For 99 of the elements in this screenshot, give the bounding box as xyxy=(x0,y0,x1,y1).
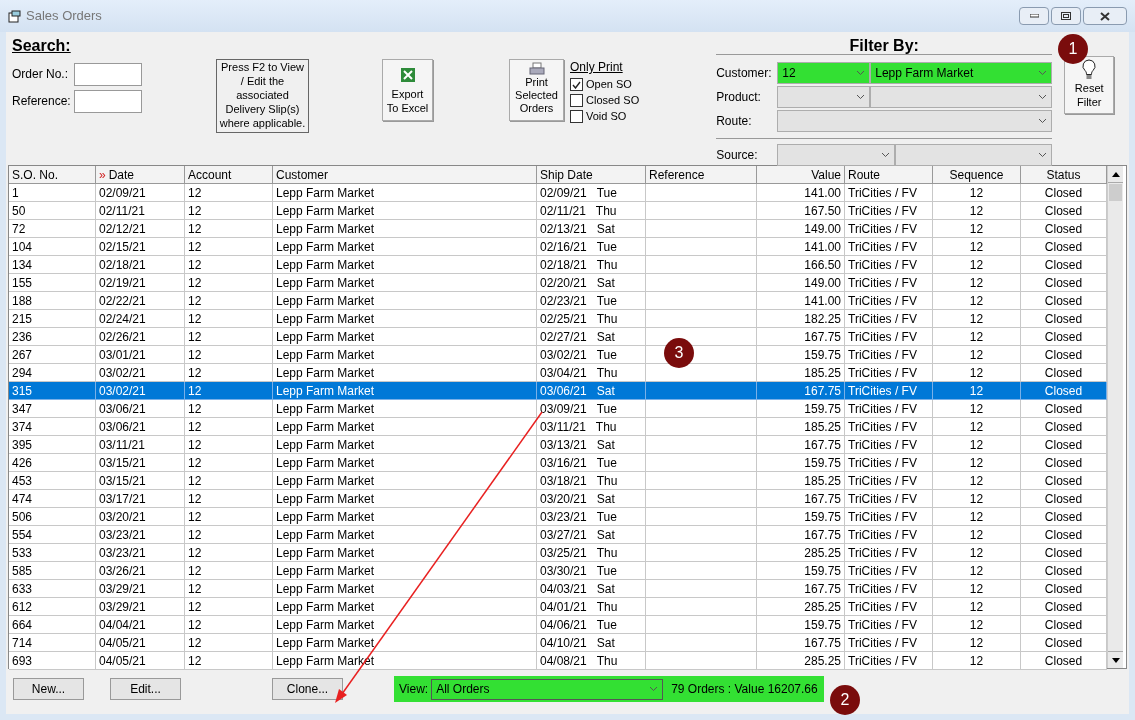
field-label: Order No.: xyxy=(12,66,69,83)
table-row[interactable]: 315 03/02/21 12 Lepp Farm Market 03/06/21 Sat 167.75 TriCities / FV 12 Closed xyxy=(9,382,1107,400)
table-row[interactable]: 188 02/22/21 12 Lepp Farm Market 02/23/21 Tue 141.00 TriCities / FV 12 Closed xyxy=(9,292,1107,310)
export-excel-button[interactable]: Export To Excel xyxy=(382,59,433,121)
table-cell: 693 xyxy=(9,652,96,670)
table-cell: 12 xyxy=(185,652,273,670)
table-row[interactable]: 374 03/06/21 12 Lepp Farm Market 03/11/21 Thu 185.25 TriCities / FV 12 Closed xyxy=(9,418,1107,436)
dropdown[interactable] xyxy=(777,85,871,108)
table-row[interactable]: 236 02/26/21 12 Lepp Farm Market 02/27/21 Sat 167.75 TriCities / FV 12 Closed xyxy=(9,328,1107,346)
minimize-icon xyxy=(1029,14,1039,18)
column-header[interactable]: Ship Date xyxy=(537,166,646,184)
column-header[interactable]: Customer xyxy=(273,166,537,184)
table-row[interactable]: 1 02/09/21 12 Lepp Farm Market 02/09/21 Tue 141.00 TriCities / FV 12 Closed xyxy=(9,184,1107,202)
chevron-down-icon xyxy=(1038,117,1048,124)
table-row[interactable]: 50 02/11/21 12 Lepp Farm Market 02/11/21 Thu 167.50 TriCities / FV 12 Closed xyxy=(9,202,1107,220)
checkbox[interactable] xyxy=(570,110,583,123)
column-header[interactable]: Status xyxy=(1021,166,1107,184)
checkbox-label: Void SO xyxy=(586,109,627,125)
table-row[interactable]: 506 03/20/21 12 Lepp Farm Market 03/23/21 Tue 159.75 TriCities / FV 12 Closed xyxy=(9,508,1107,526)
table-cell: 04/08/21 Thu xyxy=(537,652,646,670)
column-header[interactable]: Value xyxy=(757,166,845,184)
dropdown[interactable]: 12 xyxy=(777,61,871,84)
checkbox[interactable] xyxy=(570,78,583,91)
action-button[interactable]: Edit... xyxy=(110,678,181,700)
column-header[interactable]: Route xyxy=(845,166,933,184)
filter-label: Route: xyxy=(716,112,753,130)
table-cell: 285.25 xyxy=(757,652,845,670)
chevron-down-icon xyxy=(649,686,659,692)
action-button[interactable]: New... xyxy=(13,678,84,700)
dropdown[interactable] xyxy=(777,143,896,166)
checkbox-label: Closed SO xyxy=(586,93,640,109)
input-field[interactable] xyxy=(74,62,142,86)
table-row[interactable]: 714 04/05/21 12 Lepp Farm Market 04/10/21 Sat 167.75 TriCities / FV 12 Closed xyxy=(9,634,1107,652)
window-title: Sales Orders xyxy=(26,7,102,26)
table-row[interactable]: 474 03/17/21 12 Lepp Farm Market 03/20/21 Sat 167.75 TriCities / FV 12 Closed xyxy=(9,490,1107,508)
dropdown[interactable] xyxy=(777,109,1053,132)
down-arrow-icon xyxy=(1111,657,1120,663)
spreadsheet-icon xyxy=(399,67,416,83)
checkbox-label: Open SO xyxy=(586,77,632,93)
close-icon xyxy=(1100,11,1110,21)
table-row[interactable]: 664 04/04/21 12 Lepp Farm Market 04/06/21 Tue 159.75 TriCities / FV 12 Closed xyxy=(9,616,1107,634)
table-row[interactable]: 347 03/06/21 12 Lepp Farm Market 03/09/21 Tue 159.75 TriCities / FV 12 Closed xyxy=(9,400,1107,418)
restore-icon xyxy=(1061,12,1071,20)
up-arrow-icon xyxy=(1111,171,1120,177)
table-row[interactable]: 426 03/15/21 12 Lepp Farm Market 03/16/21 Tue 159.75 TriCities / FV 12 Closed xyxy=(9,454,1107,472)
lightbulb-icon xyxy=(1081,59,1098,81)
view-dropdown[interactable]: All Orders xyxy=(431,678,664,700)
printer-icon xyxy=(528,62,545,76)
table-cell: TriCities / FV xyxy=(845,652,933,670)
dropdown[interactable] xyxy=(895,143,1053,166)
column-header[interactable]: Sequence xyxy=(933,166,1021,184)
checkbox[interactable] xyxy=(570,94,583,107)
scrollbar-thumb[interactable] xyxy=(1109,184,1122,201)
input-field[interactable] xyxy=(74,89,142,113)
window-app-icon xyxy=(8,9,22,23)
chevron-down-icon xyxy=(881,151,891,158)
table-row[interactable]: 533 03/23/21 12 Lepp Farm Market 03/25/21 Thu 285.25 TriCities / FV 12 Closed xyxy=(9,544,1107,562)
action-button[interactable]: Clone... xyxy=(272,678,343,700)
filter-label: Customer: xyxy=(716,64,773,82)
scrollbar[interactable] xyxy=(1107,166,1123,668)
filter-heading: Filter By: xyxy=(848,36,920,54)
order-summary: 79 Orders : Value 16207.66 xyxy=(671,681,818,698)
chevron-down-icon xyxy=(1038,151,1048,158)
field-label: Reference: xyxy=(12,93,72,110)
table-row[interactable]: 453 03/15/21 12 Lepp Farm Market 03/18/21 Thu 185.25 TriCities / FV 12 Closed xyxy=(9,472,1107,490)
filter-label: Source: xyxy=(716,146,759,164)
column-header[interactable]: Reference xyxy=(646,166,757,184)
chevron-down-icon xyxy=(856,69,866,76)
table-row[interactable]: 554 03/23/21 12 Lepp Farm Market 03/27/21 Sat 167.75 TriCities / FV 12 Closed xyxy=(9,526,1107,544)
table-row[interactable]: 633 03/29/21 12 Lepp Farm Market 04/03/21 Sat 167.75 TriCities / FV 12 Closed xyxy=(9,580,1107,598)
dropdown[interactable] xyxy=(870,85,1053,108)
table-row[interactable]: 294 03/02/21 12 Lepp Farm Market 03/04/21 Thu 185.25 TriCities / FV 12 Closed xyxy=(9,364,1107,382)
chevron-down-icon xyxy=(856,93,866,100)
column-header[interactable]: Account xyxy=(185,166,273,184)
close-button[interactable] xyxy=(1083,7,1127,25)
table-row[interactable]: 585 03/26/21 12 Lepp Farm Market 03/30/21 Tue 159.75 TriCities / FV 12 Closed xyxy=(9,562,1107,580)
search-heading: Search: xyxy=(12,36,71,56)
only-print-heading: Only Print xyxy=(570,59,624,76)
callout-badge: 1 xyxy=(1058,34,1088,64)
chevron-down-icon xyxy=(1038,93,1048,100)
table-row[interactable]: 395 03/11/21 12 Lepp Farm Market 03/13/21 Sat 167.75 TriCities / FV 12 Closed xyxy=(9,436,1107,454)
chevron-down-icon xyxy=(1038,69,1048,76)
table-row[interactable]: 612 03/29/21 12 Lepp Farm Market 04/01/21 Thu 285.25 TriCities / FV 12 Closed xyxy=(9,598,1107,616)
table-row[interactable]: 155 02/19/21 12 Lepp Farm Market 02/20/21 Sat 149.00 TriCities / FV 12 Closed xyxy=(9,274,1107,292)
column-header[interactable]: S.O. No. xyxy=(9,166,96,184)
table-cell: 04/05/21 xyxy=(96,652,185,670)
print-orders-button[interactable]: Print Selected Orders xyxy=(509,59,564,121)
view-label: View: xyxy=(399,681,429,698)
filter-label: Product: xyxy=(716,88,762,106)
table-cell: 12 xyxy=(933,652,1021,670)
dropdown[interactable]: Lepp Farm Market xyxy=(870,61,1053,84)
maximize-button[interactable] xyxy=(1051,7,1081,25)
table-row[interactable]: 215 02/24/21 12 Lepp Farm Market 02/25/21 Thu 182.25 TriCities / FV 12 Closed xyxy=(9,310,1107,328)
table-row[interactable]: 72 02/12/21 12 Lepp Farm Market 02/13/21 Sat 149.00 TriCities / FV 12 Closed xyxy=(9,220,1107,238)
reset-filter-button[interactable]: Reset Filter xyxy=(1064,56,1115,114)
table-row[interactable]: 104 02/15/21 12 Lepp Farm Market 02/16/21 Tue 141.00 TriCities / FV 12 Closed xyxy=(9,238,1107,256)
column-header[interactable]: » Date xyxy=(96,166,185,184)
help-note: Press F2 to View / Edit the associated Delivery Slip(s) where applicable. xyxy=(216,59,309,133)
table-row[interactable]: 134 02/18/21 12 Lepp Farm Market 02/18/21 Thu 166.50 TriCities / FV 12 Closed xyxy=(9,256,1107,274)
